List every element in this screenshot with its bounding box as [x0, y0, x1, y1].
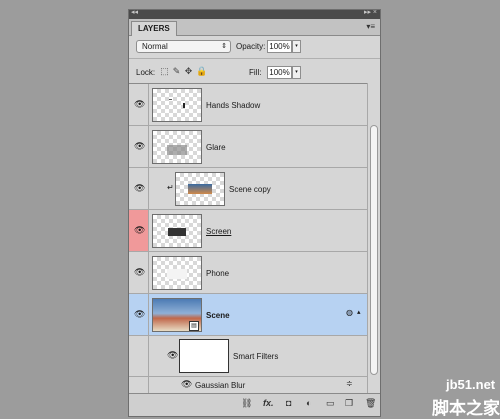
select-arrows-icon: ⇕ — [221, 43, 227, 50]
fill-label: Fill: — [249, 68, 262, 77]
scrollbar[interactable] — [367, 83, 380, 394]
layer-row-hands-shadow[interactable]: 👁 Hands Shadow — [129, 84, 367, 126]
scrollbar-thumb[interactable] — [370, 125, 378, 375]
lock-position-icon[interactable]: ✥ — [184, 66, 196, 77]
smart-object-icon: ▤ — [189, 321, 199, 331]
opacity-dropdown-icon[interactable]: ▾ — [292, 40, 301, 53]
visibility-toggle[interactable]: 👁 — [129, 168, 149, 209]
eye-icon[interactable]: 👁 — [181, 379, 192, 390]
tab-layers[interactable]: LAYERS — [131, 21, 177, 36]
add-mask-icon[interactable]: ◘ — [286, 398, 291, 408]
opacity-label: Opacity: — [236, 42, 266, 51]
visibility-toggle[interactable]: 👁 — [129, 294, 149, 335]
close-icon[interactable]: ▸▸ × — [364, 10, 377, 16]
eye-icon: 👁 — [134, 225, 146, 235]
panel-titlebar[interactable]: ◂◂ ▸▸ × — [129, 10, 380, 19]
layer-thumbnail: ▤ — [152, 298, 202, 332]
visibility-toggle[interactable]: 👁 — [129, 252, 149, 293]
new-layer-icon[interactable]: ❐ — [345, 398, 353, 409]
layer-name: Hands Shadow — [206, 101, 261, 110]
divider — [129, 58, 380, 59]
watermark-text: 脚本之家 — [432, 399, 500, 418]
blend-mode-value: Normal — [142, 42, 168, 51]
panel-bottom-bar: ⛓ fx. ◘ ◐ ▭ ❐ 🗑 — [129, 393, 380, 416]
layer-row-scene-copy[interactable]: 👁 ↵ Scene copy — [129, 168, 367, 210]
eye-icon: 👁 — [134, 141, 146, 151]
layer-row-glare[interactable]: 👁 Glare — [129, 126, 367, 168]
link-layers-icon[interactable]: ⛓ — [241, 398, 252, 409]
layer-thumbnail — [152, 214, 202, 248]
layer-thumbnail — [152, 256, 202, 290]
layer-thumbnail — [175, 172, 225, 206]
layer-name: Glare — [206, 143, 226, 152]
lock-icons: ⬚✎✥🔒 — [160, 66, 208, 77]
panel-menu-icon[interactable]: ▾≡ — [366, 22, 375, 31]
eye-icon: 👁 — [134, 309, 146, 319]
layer-thumbnail — [152, 88, 202, 122]
delete-layer-icon[interactable]: 🗑 — [365, 398, 376, 409]
new-group-icon[interactable]: ▭ — [326, 398, 335, 409]
filter-effects-icon[interactable]: ◍ — [346, 308, 353, 317]
visibility-toggle[interactable]: 👁 — [129, 126, 149, 167]
layer-row-screen[interactable]: 👁 Screen — [129, 210, 367, 252]
eye-icon: 👁 — [134, 99, 146, 109]
blending-options-icon[interactable]: ≑ — [346, 379, 353, 388]
layers-panel: ◂◂ ▸▸ × LAYERS ▾≡ Normal ⇕ Opacity: 100%… — [128, 9, 381, 417]
clipping-arrow-icon: ↵ — [167, 183, 174, 192]
visibility-toggle[interactable]: 👁 — [129, 84, 149, 125]
adjustment-layer-icon[interactable]: ◐ — [306, 398, 311, 408]
tab-row: LAYERS ▾≡ — [129, 19, 380, 36]
lock-transparent-icon[interactable]: ⬚ — [160, 66, 172, 77]
smart-filters-label: Smart Filters — [233, 352, 279, 361]
fill-dropdown-icon[interactable]: ▾ — [292, 66, 301, 79]
fill-field[interactable]: 100% — [267, 66, 292, 79]
eye-icon: 👁 — [134, 267, 146, 277]
collapse-arrow-icon[interactable]: ▴ — [357, 308, 361, 316]
blend-mode-select[interactable]: Normal ⇕ — [136, 40, 231, 53]
watermark-url: jb51.net — [446, 377, 496, 392]
layer-name: Screen — [206, 227, 232, 236]
lock-all-icon[interactable]: 🔒 — [196, 66, 208, 77]
layer-name: Phone — [206, 269, 230, 278]
smart-filters-row[interactable]: 👁 Smart Filters — [129, 336, 367, 377]
layer-row-scene[interactable]: 👁 ▤ Scene ◍ ▴ — [129, 294, 367, 336]
filter-mask-thumbnail — [179, 339, 229, 373]
opacity-field[interactable]: 100% — [267, 40, 292, 53]
layer-row-phone[interactable]: 👁 Phone — [129, 252, 367, 294]
visibility-column — [129, 336, 149, 376]
collapse-icon[interactable]: ◂◂ — [131, 10, 138, 16]
filter-name: Gaussian Blur — [195, 381, 246, 390]
layers-list: 👁 Hands Shadow 👁 Glare 👁 ↵ Scene copy 👁 … — [129, 83, 367, 395]
eye-icon: 👁 — [134, 183, 146, 193]
visibility-toggle[interactable]: 👁 — [129, 210, 149, 251]
layer-thumbnail — [152, 130, 202, 164]
fx-icon[interactable]: fx. — [263, 398, 274, 408]
layer-name: Scene — [206, 311, 230, 320]
layer-name: Scene copy — [229, 185, 271, 194]
lock-image-icon[interactable]: ✎ — [172, 66, 184, 77]
eye-icon[interactable]: 👁 — [167, 350, 178, 361]
lock-label: Lock: — [136, 68, 156, 77]
